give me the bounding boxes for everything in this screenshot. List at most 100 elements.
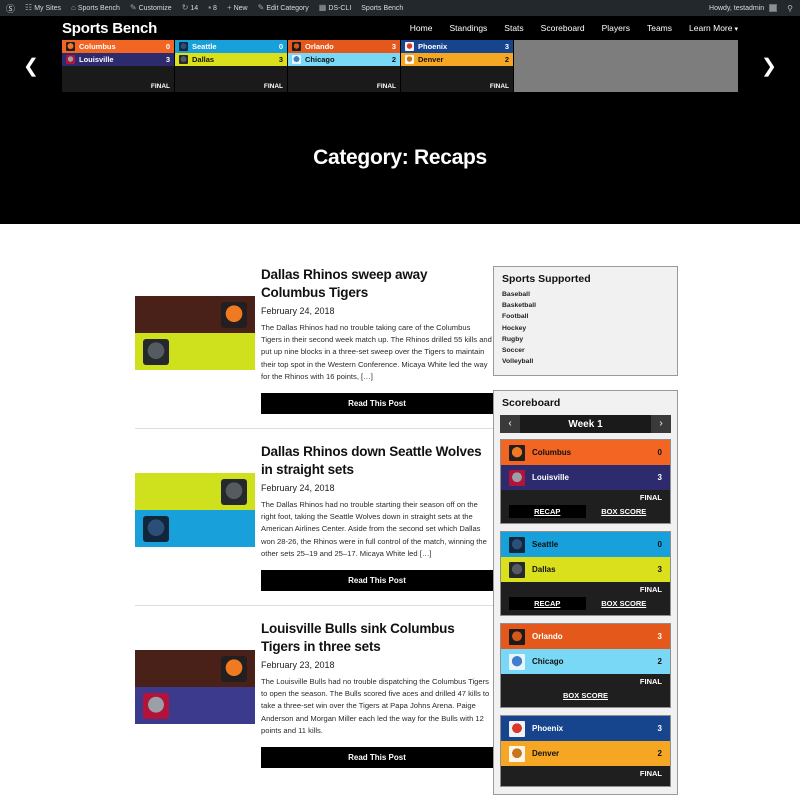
avatar: [769, 4, 778, 12]
nav-item-standings[interactable]: Standings: [449, 23, 487, 33]
nav-item-stats[interactable]: Stats: [504, 23, 523, 33]
ticker-home-team: Dallas 3: [175, 53, 287, 66]
post-title[interactable]: Dallas Rhinos sweep away Columbus Tigers: [261, 266, 493, 302]
read-this-post-button[interactable]: Read This Post: [261, 747, 493, 769]
post-title[interactable]: Dallas Rhinos down Seattle Wolves in str…: [261, 443, 493, 479]
box-score-link[interactable]: BOX SCORE: [509, 689, 662, 702]
ticker-prev-button[interactable]: ❮: [0, 57, 62, 76]
admin-bar-item-comments[interactable]: ▪ 8: [203, 0, 222, 16]
scoreboard-home-team: Chicago 2: [501, 649, 670, 675]
scoreboard-team-score: 2: [657, 657, 662, 667]
columbus-tigers-logo: [66, 42, 75, 51]
ticker-team-score: 2: [504, 55, 509, 64]
scoreboard-team-name: Orlando: [532, 632, 563, 642]
admin-bar-label: 14: [190, 4, 199, 12]
post-title[interactable]: Louisville Bulls sink Columbus Tigers in…: [261, 620, 493, 656]
sidebar: Sports Supported Baseball Basketball Footb…: [493, 266, 800, 800]
chevron-down-icon: ▾: [734, 26, 738, 33]
box-score-link[interactable]: BOX SCORE: [586, 505, 663, 518]
scoreboard-game-footer: FINAL: [501, 766, 670, 787]
ticker-game[interactable]: Seattle 0 Dallas 3 FINAL: [175, 40, 288, 92]
nav-item-learn-more[interactable]: Learn More ▾: [689, 23, 738, 33]
home-icon: ⌂: [71, 3, 76, 12]
sites-icon: ☷: [25, 3, 33, 12]
ticker-next-button[interactable]: ❯: [738, 57, 800, 76]
scoreboard-game: Seattle 0 Dallas 3 FINAL RECAP BOX SCORE: [500, 531, 671, 617]
recap-link[interactable]: RECAP: [509, 597, 586, 611]
widget-title: Scoreboard: [502, 397, 561, 410]
wordpress-logo-icon[interactable]: Ⓢ: [0, 2, 20, 15]
admin-bar-account[interactable]: Howdy, testadmin: [704, 0, 782, 16]
scoreboard-team-name: Seattle: [532, 540, 559, 550]
ticker-game[interactable]: Phoenix 3 Denver 2 FINAL: [401, 40, 514, 92]
admin-bar-label: My Sites: [34, 4, 62, 12]
thumbnail-bottom-half: [135, 687, 255, 725]
main-nav: Home Standings Stats Scoreboard Players …: [410, 23, 738, 33]
ticker-team-name: Columbus: [79, 42, 116, 51]
admin-bar-item-edit-category[interactable]: ✎ Edit Category: [253, 0, 314, 16]
wp-admin-bar: Ⓢ ☷ My Sites ⌂ Sports Bench ✎ Customize …: [0, 0, 800, 16]
thumbnail-top-half: [135, 650, 255, 688]
admin-bar-item-new[interactable]: + New: [222, 0, 253, 16]
columbus-tigers-logo: [509, 444, 525, 461]
admin-bar-item-sports-bench[interactable]: ⌂ Sports Bench: [66, 0, 125, 16]
dallas-rhinos-logo: [179, 55, 188, 64]
scoreboard-team-score: 3: [657, 724, 662, 734]
scoreboard-game-status: FINAL: [639, 677, 662, 687]
scoreboard-team-name: Phoenix: [532, 724, 564, 734]
post-body: Dallas Rhinos down Seattle Wolves in str…: [261, 443, 493, 592]
nav-item-label: Learn More: [689, 23, 733, 33]
columbus-tigers-logo: [221, 655, 247, 682]
sports-list-item: Baseball: [502, 291, 530, 298]
week-prev-button[interactable]: ‹: [500, 415, 520, 434]
scoreboard-away-team: Seattle 0: [501, 532, 670, 558]
phoenix-knights-logo: [509, 720, 525, 737]
read-this-post-button[interactable]: Read This Post: [261, 570, 493, 592]
plugin-icon: ▦: [318, 3, 327, 12]
admin-bar-item-customize[interactable]: ✎ Customize: [125, 0, 177, 16]
orlando-bears-logo: [292, 42, 301, 51]
scoreboard-game-status: FINAL: [639, 493, 662, 503]
denver-bighorns-logo: [509, 745, 525, 762]
week-selector: ‹ Week 1 ›: [500, 415, 671, 434]
post-thumbnail[interactable]: [135, 650, 255, 725]
search-icon[interactable]: ⚲: [782, 4, 796, 13]
dallas-rhinos-logo: [509, 561, 525, 578]
post-thumbnail[interactable]: [135, 296, 255, 370]
admin-bar-left: Ⓢ ☷ My Sites ⌂ Sports Bench ✎ Customize …: [0, 0, 704, 16]
admin-bar-item-my-sites[interactable]: ☷ My Sites: [20, 0, 66, 16]
box-score-link[interactable]: BOX SCORE: [586, 597, 663, 610]
nav-item-scoreboard[interactable]: Scoreboard: [541, 23, 585, 33]
ticker-away-team: Seattle 0: [175, 40, 287, 53]
scoreboard-game-links: RECAP BOX SCORE: [509, 505, 663, 519]
nav-item-players[interactable]: Players: [602, 23, 630, 33]
post-excerpt: The Louisville Bulls had no trouble disp…: [261, 676, 490, 736]
nav-item-teams[interactable]: Teams: [647, 23, 672, 33]
scoreboard-game-list: Columbus 0 Louisville 3 FINAL RECAP BOX SCORE S…: [494, 439, 677, 788]
nav-item-home[interactable]: Home: [410, 23, 433, 33]
admin-bar-label: DS-CLI: [328, 4, 352, 12]
admin-bar-item-ds-cli[interactable]: ▦ DS-CLI: [314, 0, 357, 16]
ticker-away-team: Orlando 3: [288, 40, 400, 53]
sports-list-item: Hockey: [502, 324, 527, 332]
phoenix-knights-logo: [405, 42, 414, 51]
ticker-game[interactable]: Columbus 0 Louisville 3 FINAL: [62, 40, 175, 92]
post-thumbnail[interactable]: [135, 473, 255, 548]
columbus-tigers-logo: [221, 301, 247, 328]
scoreboard-team-name: Dallas: [532, 565, 556, 575]
admin-bar-label: New: [233, 4, 248, 12]
site-title[interactable]: Sports Bench: [62, 20, 157, 37]
admin-bar-item-sports-bench-secondary[interactable]: Sports Bench: [356, 0, 408, 16]
thumbnail-top-half: [135, 296, 255, 333]
scoreboard-home-team: Louisville 3: [501, 465, 670, 491]
recap-link[interactable]: RECAP: [509, 505, 586, 519]
chicago-rams-logo: [509, 653, 525, 670]
ticker-game[interactable]: Orlando 3 Chicago 2 FINAL: [288, 40, 401, 92]
admin-bar-label: Edit Category: [266, 4, 309, 12]
admin-bar-item-updates[interactable]: ↻ 14: [177, 0, 204, 16]
post-date: February 24, 2018: [261, 482, 335, 493]
read-this-post-button[interactable]: Read This Post: [261, 393, 493, 415]
louisville-bulls-logo: [143, 692, 169, 719]
sports-supported-list: Baseball Basketball Football Hockey Rugby Soc…: [494, 289, 677, 375]
week-next-button[interactable]: ›: [651, 415, 671, 434]
